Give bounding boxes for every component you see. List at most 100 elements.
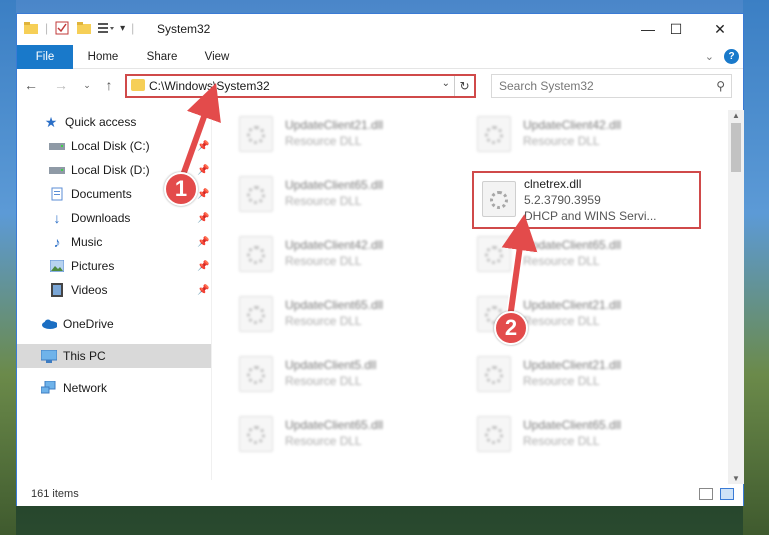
navigation-pane: ★ Quick access Local Disk (C:) 📌 Local D… bbox=[17, 110, 211, 475]
list-item[interactable]: UpdateClient65.dll Resource DLL bbox=[451, 410, 671, 460]
expand-ribbon-icon[interactable]: ⌄ bbox=[705, 50, 714, 63]
dll-file-icon bbox=[239, 416, 273, 452]
pin-icon[interactable]: 📌 bbox=[197, 213, 209, 224]
folder-icon bbox=[131, 79, 145, 91]
list-item[interactable]: UpdateClient21.dll Resource DLL bbox=[213, 110, 433, 160]
sidebar-item-label: Music bbox=[71, 235, 103, 249]
refresh-icon[interactable]: ↻ bbox=[454, 76, 474, 96]
file-type: Resource DLL bbox=[285, 254, 362, 268]
properties-icon[interactable] bbox=[54, 20, 70, 36]
pin-icon[interactable]: 📌 bbox=[197, 165, 209, 176]
sidebar-item-quick-access[interactable]: ★ Quick access bbox=[17, 110, 211, 134]
file-type: Resource DLL bbox=[285, 434, 362, 448]
window-title: System32 bbox=[157, 22, 211, 36]
address-bar[interactable]: C:\Windows\System32 ⌄ ↻ bbox=[125, 74, 476, 98]
pin-icon[interactable]: 📌 bbox=[197, 237, 209, 248]
network-icon bbox=[41, 380, 57, 396]
tab-view[interactable]: View bbox=[197, 45, 237, 69]
search-icon[interactable]: ⚲ bbox=[716, 79, 725, 93]
sidebar-item-pictures[interactable]: Pictures 📌 bbox=[17, 254, 211, 278]
vertical-scrollbar[interactable]: ▲ ▼ bbox=[728, 110, 744, 484]
pc-icon bbox=[41, 348, 57, 364]
recent-locations-icon[interactable]: ⌄ bbox=[79, 77, 95, 93]
chevron-down-icon[interactable]: ⌄ bbox=[442, 78, 450, 89]
close-button[interactable]: ✕ bbox=[697, 14, 743, 44]
tab-share[interactable]: Share bbox=[139, 45, 185, 69]
sidebar-item-label: OneDrive bbox=[63, 317, 114, 331]
quick-access-toolbar: | ▾ | bbox=[23, 20, 134, 36]
search-placeholder: Search System32 bbox=[499, 79, 594, 93]
forward-arrow-icon[interactable]: → bbox=[53, 77, 69, 93]
list-item[interactable]: UpdateClient21.dll Resource DLL bbox=[451, 350, 671, 400]
new-folder-icon[interactable] bbox=[76, 20, 92, 36]
list-item[interactable]: UpdateClient65.dll Resource DLL bbox=[213, 410, 433, 460]
dll-file-icon bbox=[239, 296, 273, 332]
pin-icon[interactable]: 📌 bbox=[197, 141, 209, 152]
pin-icon[interactable]: 📌 bbox=[197, 261, 209, 272]
star-icon: ★ bbox=[44, 113, 58, 130]
list-item[interactable]: UpdateClient65.dll Resource DLL bbox=[213, 290, 433, 340]
sidebar-item-label: Local Disk (D:) bbox=[71, 163, 150, 177]
file-name: UpdateClient5.dll bbox=[285, 358, 377, 372]
up-arrow-icon[interactable]: ↑ bbox=[101, 77, 117, 93]
pin-icon[interactable]: 📌 bbox=[197, 189, 209, 200]
sidebar-item-downloads[interactable]: ↓ Downloads 📌 bbox=[17, 206, 211, 230]
explorer-window: | ▾ | System32 — ☐ ✕ File Home Share Vie… bbox=[16, 13, 744, 506]
file-type: Resource DLL bbox=[285, 194, 362, 208]
list-item[interactable]: UpdateClient42.dll Resource DLL bbox=[213, 230, 433, 280]
sidebar-item-label: Documents bbox=[71, 187, 132, 201]
title-bar: | ▾ | System32 — ☐ ✕ bbox=[17, 14, 743, 45]
tab-file[interactable]: File bbox=[17, 45, 73, 69]
maximize-button[interactable]: ☐ bbox=[653, 14, 699, 44]
sidebar-item-label: Quick access bbox=[65, 115, 137, 129]
sidebar-item-label: This PC bbox=[63, 349, 106, 363]
scroll-down-icon[interactable]: ▼ bbox=[730, 474, 742, 483]
list-item[interactable]: UpdateClient65.dll Resource DLL bbox=[213, 170, 433, 220]
sidebar-item-onedrive[interactable]: OneDrive bbox=[17, 312, 211, 336]
list-item[interactable]: UpdateClient42.dll Resource DLL bbox=[451, 110, 671, 160]
sidebar-item-videos[interactable]: Videos 📌 bbox=[17, 278, 211, 302]
pane-divider[interactable] bbox=[211, 110, 212, 480]
scrollbar-thumb[interactable] bbox=[731, 123, 741, 172]
tab-home[interactable]: Home bbox=[79, 45, 127, 69]
customize-toolbar-icon[interactable] bbox=[98, 20, 115, 36]
sidebar-item-label: Pictures bbox=[71, 259, 115, 273]
sidebar-item-local-disk-c[interactable]: Local Disk (C:) 📌 bbox=[17, 134, 211, 158]
list-item[interactable]: UpdateClient5.dll Resource DLL bbox=[213, 350, 433, 400]
status-bar: 161 items bbox=[17, 484, 743, 506]
drive-icon bbox=[49, 138, 65, 154]
dll-file-icon bbox=[482, 181, 516, 217]
scroll-up-icon[interactable]: ▲ bbox=[730, 111, 742, 120]
sidebar-item-label: Videos bbox=[71, 283, 108, 297]
address-path[interactable]: C:\Windows\System32 bbox=[149, 79, 270, 93]
dll-file-icon bbox=[239, 116, 273, 152]
highlighted-file-clnetrex[interactable]: clnetrex.dll 5.2.3790.3959 DHCP and WINS… bbox=[472, 171, 701, 229]
desktop-background-left bbox=[0, 0, 16, 535]
dll-file-icon bbox=[239, 236, 273, 272]
ribbon-tabs: File Home Share View ⌄ ? bbox=[17, 45, 743, 69]
sidebar-item-this-pc[interactable]: This PC bbox=[17, 344, 211, 368]
file-type: Resource DLL bbox=[285, 134, 362, 148]
pin-icon[interactable]: 📌 bbox=[197, 285, 209, 296]
details-view-icon[interactable] bbox=[699, 488, 713, 500]
file-list: UpdateClient21.dll Resource DLL UpdateCl… bbox=[213, 110, 727, 480]
help-icon[interactable]: ? bbox=[724, 49, 739, 64]
dll-file-icon bbox=[477, 116, 511, 152]
folder-icon bbox=[23, 20, 39, 36]
item-count: 161 items bbox=[31, 488, 79, 500]
dll-file-icon bbox=[239, 356, 273, 392]
file-name: UpdateClient21.dll bbox=[285, 118, 384, 132]
toolbar-separator: | bbox=[131, 21, 135, 35]
sidebar-item-music[interactable]: ♪ Music 📌 bbox=[17, 230, 211, 254]
dll-file-icon bbox=[477, 236, 511, 272]
sidebar-item-network[interactable]: Network bbox=[17, 376, 211, 400]
file-name: clnetrex.dll bbox=[524, 177, 582, 191]
list-item[interactable]: UpdateClient21.dll Resource DLL bbox=[451, 290, 671, 340]
navigation-bar: ← → ⌄ ↑ C:\Windows\System32 ⌄ ↻ Search S… bbox=[17, 70, 743, 102]
file-name: UpdateClient65.dll bbox=[523, 238, 622, 252]
back-arrow-icon[interactable]: ← bbox=[23, 77, 39, 93]
list-item[interactable]: UpdateClient65.dll Resource DLL bbox=[451, 230, 671, 280]
search-input[interactable]: Search System32 ⚲ bbox=[491, 74, 732, 98]
large-icons-view-icon[interactable] bbox=[720, 488, 734, 500]
chevron-down-icon[interactable]: ▾ bbox=[120, 23, 125, 34]
